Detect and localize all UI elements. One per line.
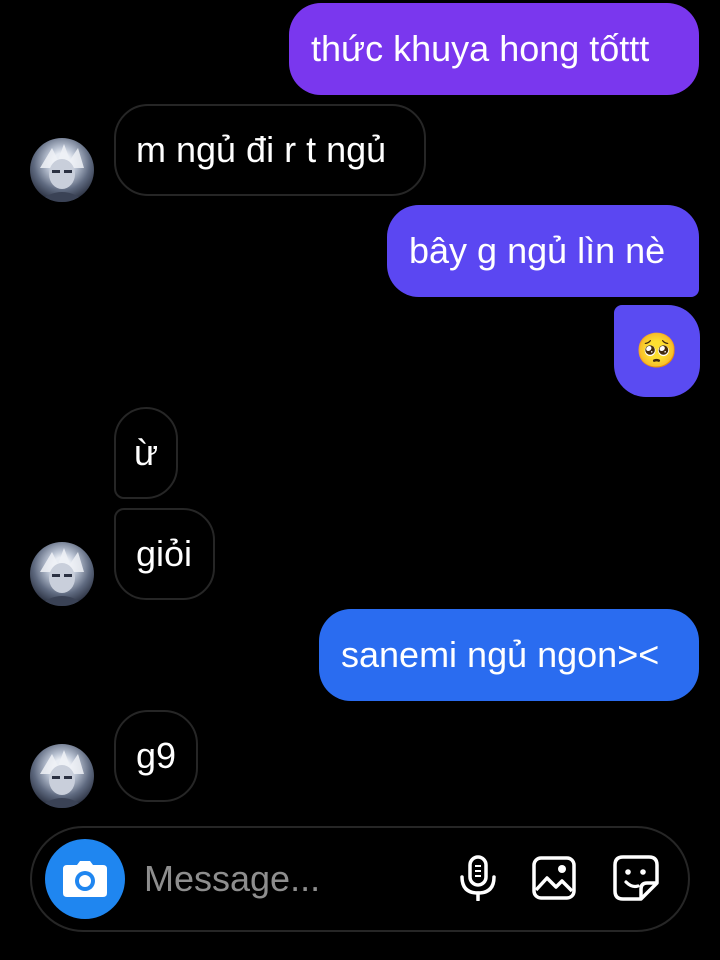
gallery-icon — [532, 856, 576, 900]
camera-button[interactable] — [45, 839, 125, 919]
chat-screen: thức khuya hong tốttt m ngủ đi r t ngủ b… — [0, 0, 720, 960]
avatar-image — [38, 144, 86, 202]
received-message[interactable]: g9 — [114, 710, 198, 802]
avatar-image — [38, 548, 86, 606]
message-text: sanemi ngủ ngon>< — [341, 634, 660, 675]
sent-message[interactable]: bây g ngủ lìn nè — [387, 205, 699, 297]
sent-message[interactable]: sanemi ngủ ngon>< — [319, 609, 699, 701]
message-text: giỏi — [136, 533, 193, 574]
received-message[interactable]: ừ — [114, 407, 178, 499]
message-text: bây g ngủ lìn nè — [409, 230, 666, 271]
sticker-button[interactable] — [608, 850, 664, 906]
message-text: g9 — [135, 735, 177, 776]
contact-avatar[interactable] — [30, 542, 94, 606]
contact-avatar[interactable] — [30, 138, 94, 202]
sent-emoji-message[interactable]: 🥺 — [614, 305, 700, 397]
contact-avatar[interactable] — [30, 744, 94, 808]
sticker-icon — [613, 855, 659, 901]
microphone-icon — [460, 855, 496, 901]
received-message[interactable]: m ngủ đi r t ngủ — [114, 104, 426, 196]
avatar-image — [38, 750, 86, 808]
gallery-button[interactable] — [526, 850, 582, 906]
received-message[interactable]: giỏi — [114, 508, 215, 600]
emoji-pleading: 🥺 — [635, 332, 679, 370]
message-text: m ngủ đi r t ngủ — [136, 129, 387, 170]
message-composer — [30, 826, 690, 932]
sent-message[interactable]: thức khuya hong tốttt — [289, 3, 699, 95]
message-text: thức khuya hong tốttt — [311, 28, 650, 69]
voice-message-button[interactable] — [450, 850, 506, 906]
camera-icon — [63, 861, 107, 897]
message-text: ừ — [133, 432, 159, 473]
message-input[interactable] — [144, 854, 424, 904]
